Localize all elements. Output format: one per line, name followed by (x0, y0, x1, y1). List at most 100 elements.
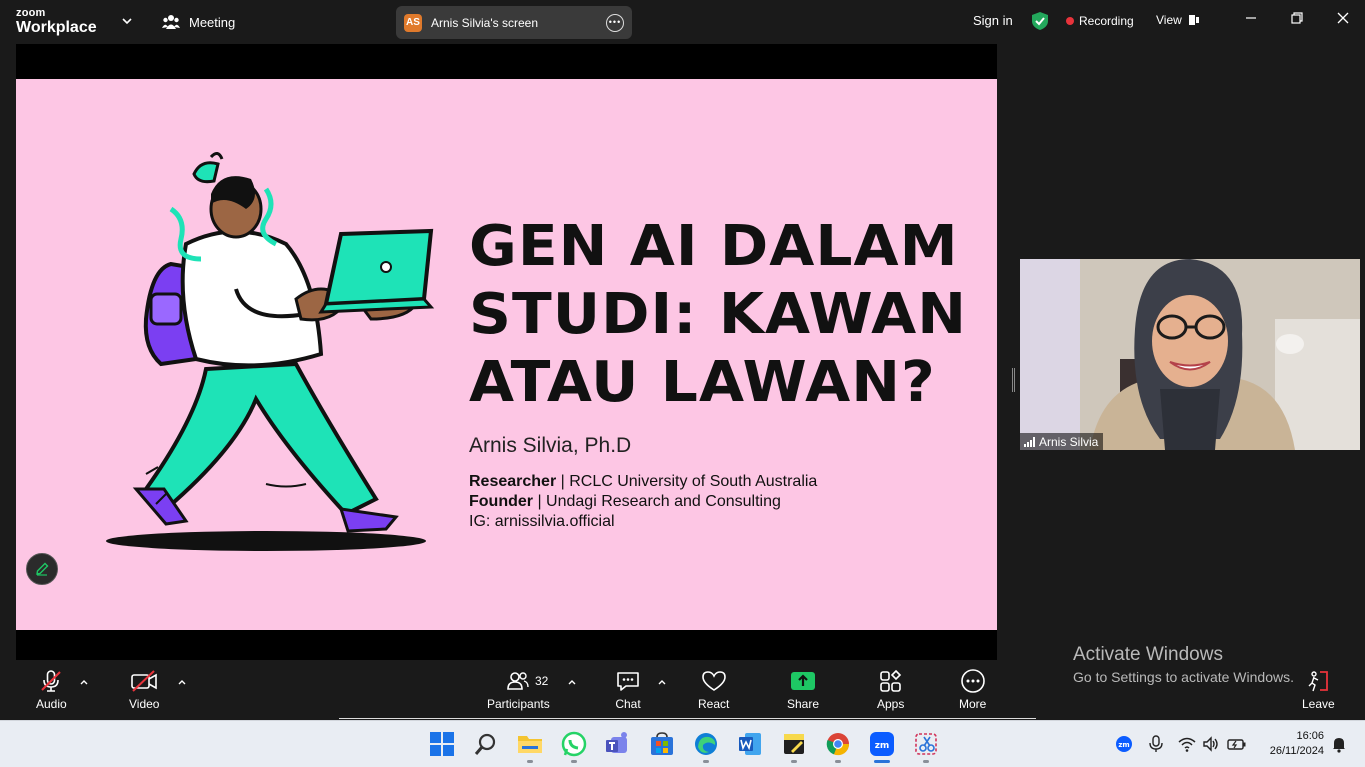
annotate-button[interactable] (26, 553, 58, 585)
chevron-up-icon[interactable] (177, 677, 187, 687)
role-org: | Undagi Research and Consulting (533, 493, 781, 510)
chat-button[interactable]: Chat (615, 669, 641, 711)
volume-icon[interactable] (1202, 735, 1220, 753)
role-org: | RCLC University of South Australia (556, 473, 818, 490)
chevron-up-icon[interactable] (79, 677, 89, 687)
recording-indicator[interactable]: Recording (1066, 14, 1134, 28)
slide-title-line: ATAU LAWAN? (469, 350, 936, 415)
shared-screen-label: Arnis Silvia's screen (431, 15, 538, 30)
clock-date: 26/11/2024 (1269, 745, 1324, 757)
notification-bell-icon[interactable] (1331, 735, 1347, 753)
apps-label: Apps (877, 697, 905, 711)
wifi-icon[interactable] (1178, 735, 1196, 753)
participants-count: 32 (535, 674, 549, 688)
chevron-up-icon[interactable] (657, 677, 667, 687)
microphone-tray-icon[interactable] (1148, 735, 1164, 753)
title-bar: zoom Workplace Meeting AS Arnis Silvia's… (0, 0, 1365, 44)
panel-resize-handle[interactable] (1012, 368, 1015, 392)
taskbar-running-indicator (791, 760, 797, 763)
system-clock[interactable]: 16:06 26/11/2024 (1256, 729, 1324, 759)
taskbar-running-indicator (527, 760, 533, 763)
file-explorer-icon[interactable] (517, 731, 543, 757)
share-screen-icon (791, 672, 816, 690)
pencil-icon (36, 562, 49, 576)
more-button[interactable]: More (959, 669, 986, 711)
search-icon[interactable] (473, 731, 499, 757)
participant-name: Arnis Silvia (1039, 435, 1099, 449)
leave-door-icon (1308, 671, 1329, 692)
video-button[interactable]: Video (129, 669, 159, 711)
leave-label: Leave (1302, 697, 1335, 711)
slide-title: GEN AI DALAM STUDI: KAWAN ATAU LAWAN? (469, 213, 997, 417)
brand-zoom-text: zoom (16, 7, 46, 19)
chrome-icon[interactable] (825, 731, 851, 757)
zoom-icon[interactable]: zm (869, 731, 895, 757)
windows-taskbar: zm zm 16:06 26/11/2024 (0, 720, 1365, 767)
participant-name-tag: Arnis Silvia (1020, 433, 1104, 450)
store-icon[interactable] (649, 731, 675, 757)
encryption-shield-icon[interactable] (1031, 11, 1049, 31)
whatsapp-icon[interactable] (561, 731, 587, 757)
leave-button[interactable]: Leave (1302, 669, 1335, 711)
participant-video-frame (1020, 259, 1360, 450)
edge-icon[interactable] (693, 731, 719, 757)
video-label: Video (129, 697, 160, 711)
battery-icon[interactable] (1227, 735, 1247, 753)
camera-off-icon (131, 670, 158, 692)
taskbar-running-indicator (703, 760, 709, 763)
react-button[interactable]: React (698, 669, 729, 711)
instagram-handle: IG: arnissilvia.official (469, 513, 615, 530)
watermark-title: Activate Windows (1073, 644, 1223, 665)
windows-start-icon[interactable] (429, 731, 455, 757)
minimize-icon[interactable] (1244, 11, 1258, 25)
apps-button[interactable]: Apps (877, 669, 904, 711)
slide-letterbox-bottom (16, 630, 997, 660)
microphone-muted-icon (41, 670, 62, 692)
view-button[interactable]: View (1156, 13, 1200, 27)
chat-label: Chat (615, 697, 641, 711)
apps-icon (879, 669, 901, 692)
meeting-label: Meeting (189, 14, 236, 30)
recording-label: Recording (1079, 14, 1134, 28)
participant-video[interactable] (1020, 259, 1360, 450)
zoom-tray-icon[interactable]: zm (1115, 735, 1133, 753)
more-options-icon[interactable]: ••• (606, 13, 624, 32)
role-title: Founder (469, 493, 533, 510)
chat-icon (617, 672, 639, 691)
share-label: Share (787, 697, 820, 711)
slide-title-line: GEN AI DALAM (469, 214, 959, 279)
chevron-down-icon[interactable] (121, 15, 133, 27)
restore-icon[interactable] (1290, 11, 1304, 25)
sign-in-button[interactable]: Sign in (973, 13, 1013, 28)
view-layout-icon (1188, 15, 1199, 25)
role-line-founder: Founder | Undagi Research and Consulting (469, 492, 817, 512)
zoom-workplace-logo[interactable]: zoom Workplace (16, 8, 97, 36)
clock-time: 16:06 (1296, 730, 1324, 742)
shared-screen-pill[interactable]: AS Arnis Silvia's screen ••• (396, 6, 632, 39)
teams-icon[interactable] (605, 731, 631, 757)
shared-slide: GEN AI DALAM STUDI: KAWAN ATAU LAWAN? Ar… (16, 79, 997, 630)
taskbar-running-indicator (835, 760, 841, 763)
activate-windows-watermark: Activate Windows Go to Settings to activ… (1073, 644, 1294, 685)
sticky-notes-icon[interactable] (781, 731, 807, 757)
snipping-tool-icon[interactable] (913, 731, 939, 757)
word-icon[interactable] (737, 731, 763, 757)
audio-label: Audio (36, 697, 67, 711)
react-label: React (698, 697, 730, 711)
chevron-up-icon[interactable] (567, 677, 577, 687)
slide-title-line: STUDI: KAWAN (469, 282, 968, 347)
watermark-subtitle: Go to Settings to activate Windows. (1073, 669, 1294, 685)
recording-dot-icon (1066, 17, 1074, 25)
svg-text:zm: zm (1118, 741, 1129, 749)
audio-button[interactable]: Audio (36, 669, 67, 711)
stage-margin-left (0, 44, 16, 660)
share-button[interactable]: Share (787, 669, 819, 711)
close-icon[interactable] (1336, 11, 1350, 25)
presenter-details: Researcher | RCLC University of South Au… (469, 472, 817, 532)
sharer-avatar: AS (404, 13, 422, 32)
meeting-menu[interactable]: Meeting (162, 13, 235, 31)
more-icon (960, 669, 985, 693)
slide-letterbox-top (16, 44, 997, 79)
svg-text:zm: zm (875, 741, 890, 751)
taskbar-running-indicator (571, 760, 577, 763)
